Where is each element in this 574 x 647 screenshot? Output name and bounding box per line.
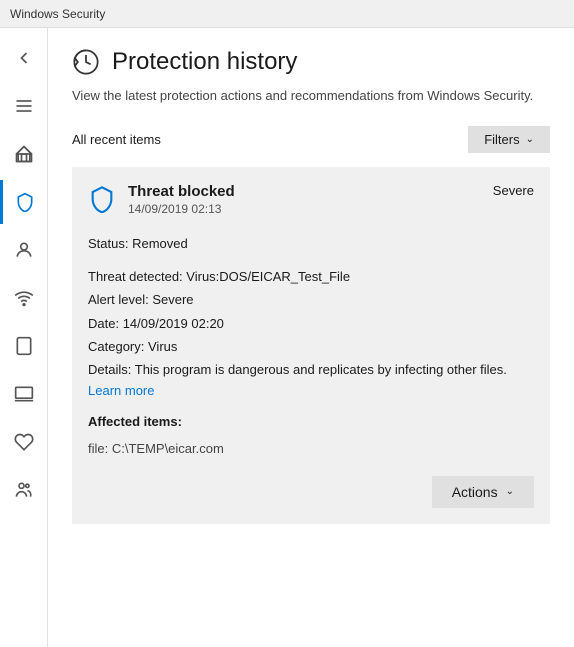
tablet-icon — [14, 336, 34, 356]
wifi-icon — [14, 288, 34, 308]
sidebar-item-tablet[interactable] — [0, 324, 48, 368]
title-bar-label: Windows Security — [10, 7, 105, 21]
details-value: This program is dangerous and replicates… — [135, 362, 507, 377]
page-header: Protection history — [72, 48, 550, 76]
status-value: Removed — [132, 236, 188, 251]
shield-blocked-icon — [88, 185, 116, 213]
status-line: Status: Removed — [88, 232, 534, 255]
threat-detected-line: Threat detected: Virus:DOS/EICAR_Test_Fi… — [88, 265, 534, 288]
category-line: Category: Virus — [88, 335, 534, 358]
threat-date-line: Date: 14/09/2019 02:20 — [88, 312, 534, 335]
threat-header: Threat blocked 14/09/2019 02:13 Severe — [88, 183, 534, 218]
page-title: Protection history — [112, 48, 297, 76]
category-label: Category: — [88, 339, 144, 354]
threat-date-value: 14/09/2019 02:20 — [123, 316, 224, 331]
sidebar — [0, 28, 48, 647]
filter-label: All recent items — [72, 132, 161, 147]
title-bar: Windows Security — [0, 0, 574, 28]
threat-detected-value: Virus:DOS/EICAR_Test_File — [186, 269, 350, 284]
history-icon — [72, 48, 100, 76]
actions-button[interactable]: Actions ⌄ — [432, 476, 534, 508]
filters-button[interactable]: Filters ⌄ — [468, 126, 550, 153]
threat-details: Status: Removed Threat detected: Virus:D… — [88, 232, 534, 382]
filter-bar: All recent items Filters ⌄ — [72, 126, 550, 153]
threat-name: Threat blocked — [128, 183, 235, 200]
details-line: Details: This program is dangerous and r… — [88, 358, 534, 381]
laptop-icon — [14, 384, 34, 404]
details-label: Details: — [88, 362, 131, 377]
learn-more-link[interactable]: Learn more — [88, 383, 154, 398]
sidebar-item-health[interactable] — [0, 420, 48, 464]
page-description: View the latest protection actions and r… — [72, 86, 550, 106]
alert-level-value: Severe — [152, 292, 193, 307]
alert-level-line: Alert level: Severe — [88, 288, 534, 311]
sidebar-item-menu[interactable] — [0, 84, 48, 128]
sidebar-item-back[interactable] — [0, 36, 48, 80]
threat-title-group: Threat blocked 14/09/2019 02:13 — [88, 183, 235, 218]
threat-card: Threat blocked 14/09/2019 02:13 Severe S… — [72, 167, 550, 524]
sidebar-item-laptop[interactable] — [0, 372, 48, 416]
status-label: Status: — [88, 236, 128, 251]
family-icon — [14, 480, 34, 500]
sidebar-item-family[interactable] — [0, 468, 48, 512]
sidebar-item-user[interactable] — [0, 228, 48, 272]
hamburger-icon — [14, 96, 34, 116]
back-icon — [14, 48, 34, 68]
threat-detected-label: Threat detected: — [88, 269, 183, 284]
home-icon — [14, 144, 34, 164]
threat-severity: Severe — [493, 183, 534, 198]
shield-icon-container — [88, 185, 116, 218]
threat-date: 14/09/2019 02:13 — [128, 202, 235, 216]
user-icon — [14, 240, 34, 260]
affected-items-label: Affected items: — [88, 414, 534, 429]
actions-bar: Actions ⌄ — [88, 476, 534, 508]
threat-info: Threat blocked 14/09/2019 02:13 — [128, 183, 235, 216]
main-content: Protection history View the latest prote… — [48, 28, 574, 647]
shield-active-icon — [15, 192, 35, 212]
sidebar-item-wifi[interactable] — [0, 276, 48, 320]
sidebar-item-shield[interactable] — [0, 180, 48, 224]
chevron-down-icon: ⌄ — [526, 134, 534, 145]
affected-item: file: C:\TEMP\eicar.com — [88, 437, 534, 460]
category-value: Virus — [148, 339, 177, 354]
sidebar-item-home[interactable] — [0, 132, 48, 176]
alert-level-label: Alert level: — [88, 292, 149, 307]
threat-date-label: Date: — [88, 316, 119, 331]
health-icon — [14, 432, 34, 452]
actions-chevron-down-icon: ⌄ — [506, 486, 514, 497]
app-body: Protection history View the latest prote… — [0, 28, 574, 647]
